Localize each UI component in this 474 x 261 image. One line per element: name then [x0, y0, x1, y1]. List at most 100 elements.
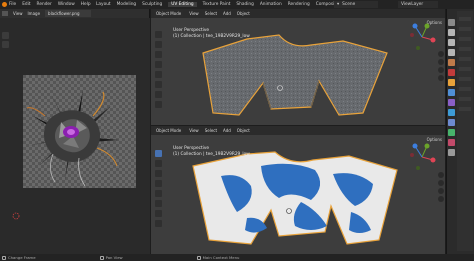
- physics-tab-icon[interactable]: [448, 109, 455, 116]
- tab-modeling[interactable]: Modeling: [117, 2, 137, 7]
- transform-tool-icon[interactable]: [155, 200, 162, 207]
- top-bar: File Edit Render Window Help Layout Mode…: [0, 0, 474, 9]
- measure-tool-icon[interactable]: [155, 101, 162, 108]
- pan-icon[interactable]: [438, 59, 444, 65]
- transform-tool-icon[interactable]: [155, 81, 162, 88]
- cursor-tool-icon[interactable]: [155, 160, 162, 167]
- view-layer-name: ViewLayer: [401, 2, 424, 7]
- texture-tab-icon[interactable]: [448, 149, 455, 156]
- tab-layout[interactable]: Layout: [96, 2, 111, 7]
- scale-tool-icon[interactable]: [155, 190, 162, 197]
- property-row[interactable]: [459, 37, 471, 41]
- tab-shading[interactable]: Shading: [236, 2, 253, 7]
- material-tab-icon[interactable]: [448, 139, 455, 146]
- tab-texture-paint[interactable]: Texture Paint: [203, 2, 231, 7]
- viewport-menu-select[interactable]: Select: [205, 128, 217, 133]
- menu-window[interactable]: Window: [58, 2, 75, 7]
- mouse-left-icon: [2, 255, 6, 260]
- editor-type-icon[interactable]: [2, 11, 8, 16]
- zoom-icon[interactable]: [438, 172, 444, 178]
- blender-window: File Edit Render Window Help Layout Mode…: [0, 0, 474, 261]
- viewport-menu-view[interactable]: View: [189, 128, 199, 133]
- cursor-tool-icon[interactable]: [155, 41, 162, 48]
- tab-sculpting[interactable]: Sculpting: [142, 2, 162, 7]
- object-mode-dropdown[interactable]: Object Mode: [154, 10, 184, 17]
- property-row[interactable]: [459, 47, 471, 51]
- property-row[interactable]: [459, 87, 471, 91]
- status-change-frame: Change Frame: [8, 255, 36, 260]
- tab-animation[interactable]: Animation: [260, 2, 282, 7]
- active-object-label: (1) Collection | tee_19B2V9R29_low: [173, 34, 250, 39]
- viewport-menu-view[interactable]: View: [189, 11, 199, 16]
- particles-tab-icon[interactable]: [448, 99, 455, 106]
- object-mode-dropdown[interactable]: Object Mode: [154, 127, 184, 134]
- constraints-tab-icon[interactable]: [448, 119, 455, 126]
- viewport-nav-buttons: [438, 51, 444, 83]
- property-row[interactable]: [459, 27, 471, 31]
- image-editor-menu-view[interactable]: View: [13, 11, 23, 16]
- ortho-toggle-icon[interactable]: [438, 196, 444, 202]
- view-layer-selector[interactable]: ViewLayer: [398, 1, 438, 8]
- measure-tool-icon[interactable]: [155, 220, 162, 227]
- select-tool-icon[interactable]: [155, 150, 162, 157]
- viewport-info-text: User Perspective (1) Collection | tee_19…: [173, 146, 250, 158]
- annotate-tool-icon[interactable]: [155, 91, 162, 98]
- viewport-bottom[interactable]: Object Mode View Select Add Object Optio…: [151, 126, 445, 254]
- rotate-tool-icon[interactable]: [155, 61, 162, 68]
- move-tool-icon[interactable]: [155, 51, 162, 58]
- navigation-gizmo-icon[interactable]: [407, 22, 437, 52]
- viewport-menu-select[interactable]: Select: [205, 11, 217, 16]
- tshirt-mesh-textured: [202, 34, 388, 116]
- navigation-gizmo-icon[interactable]: [407, 142, 437, 172]
- render-tab-icon[interactable]: [448, 29, 455, 36]
- menu-edit[interactable]: Edit: [22, 2, 30, 7]
- property-row[interactable]: [459, 107, 471, 111]
- viewport-top[interactable]: Object Mode View Select Add Object Optio…: [151, 9, 445, 125]
- tool-tab-icon[interactable]: [448, 19, 455, 26]
- data-tab-icon[interactable]: [448, 129, 455, 136]
- property-row[interactable]: [459, 57, 471, 61]
- zoom-icon[interactable]: [438, 51, 444, 57]
- status-hint-left: Change Frame: [2, 255, 36, 260]
- select-tool-icon[interactable]: [155, 31, 162, 38]
- object-tab-icon[interactable]: [448, 79, 455, 86]
- property-row[interactable]: [459, 17, 471, 21]
- scale-tool-icon[interactable]: [155, 71, 162, 78]
- menu-file[interactable]: File: [9, 2, 16, 7]
- scene-icon: ▾: [337, 2, 340, 7]
- image-canvas[interactable]: [0, 18, 150, 254]
- camera-icon[interactable]: [438, 67, 444, 73]
- modifier-tab-icon[interactable]: [448, 89, 455, 96]
- world-tab-icon[interactable]: [448, 69, 455, 76]
- viewport-toolbar: [155, 150, 162, 230]
- viewport-menu-add[interactable]: Add: [223, 128, 231, 133]
- viewport-menu-object[interactable]: Object: [237, 128, 250, 133]
- status-bar: Change Frame Pan View Main Context Menu: [0, 254, 474, 261]
- property-row[interactable]: [459, 77, 471, 81]
- menu-render[interactable]: Render: [37, 2, 52, 7]
- property-row[interactable]: [459, 67, 471, 71]
- properties-panel: [457, 11, 473, 251]
- image-file-field[interactable]: blackflower.png: [45, 10, 92, 17]
- blender-logo-icon[interactable]: [0, 0, 9, 9]
- rotate-tool-icon[interactable]: [155, 180, 162, 187]
- viewport-menu-add[interactable]: Add: [223, 11, 231, 16]
- tab-uv-editing[interactable]: UV Editing: [168, 2, 197, 7]
- menu-help[interactable]: Help: [81, 2, 91, 7]
- scene-tab-icon[interactable]: [448, 59, 455, 66]
- pan-icon[interactable]: [438, 180, 444, 186]
- annotate-tool-icon[interactable]: [155, 210, 162, 217]
- ortho-toggle-icon[interactable]: [438, 75, 444, 81]
- viewport-menu-object[interactable]: Object: [237, 11, 250, 16]
- camera-icon[interactable]: [438, 188, 444, 194]
- tab-rendering[interactable]: Rendering: [288, 2, 310, 7]
- image-editor-menu-image[interactable]: Image: [28, 11, 41, 16]
- property-row[interactable]: [459, 97, 471, 101]
- status-hint-middle: Pan View: [99, 255, 123, 260]
- active-object-label: (1) Collection | tee_19B2V9R29_low: [173, 152, 250, 157]
- output-tab-icon[interactable]: [448, 39, 455, 46]
- blackflower-image: [12, 90, 119, 220]
- move-tool-icon[interactable]: [155, 170, 162, 177]
- view-layer-tab-icon[interactable]: [448, 49, 455, 56]
- scene-selector[interactable]: ▾ Scene: [334, 1, 378, 8]
